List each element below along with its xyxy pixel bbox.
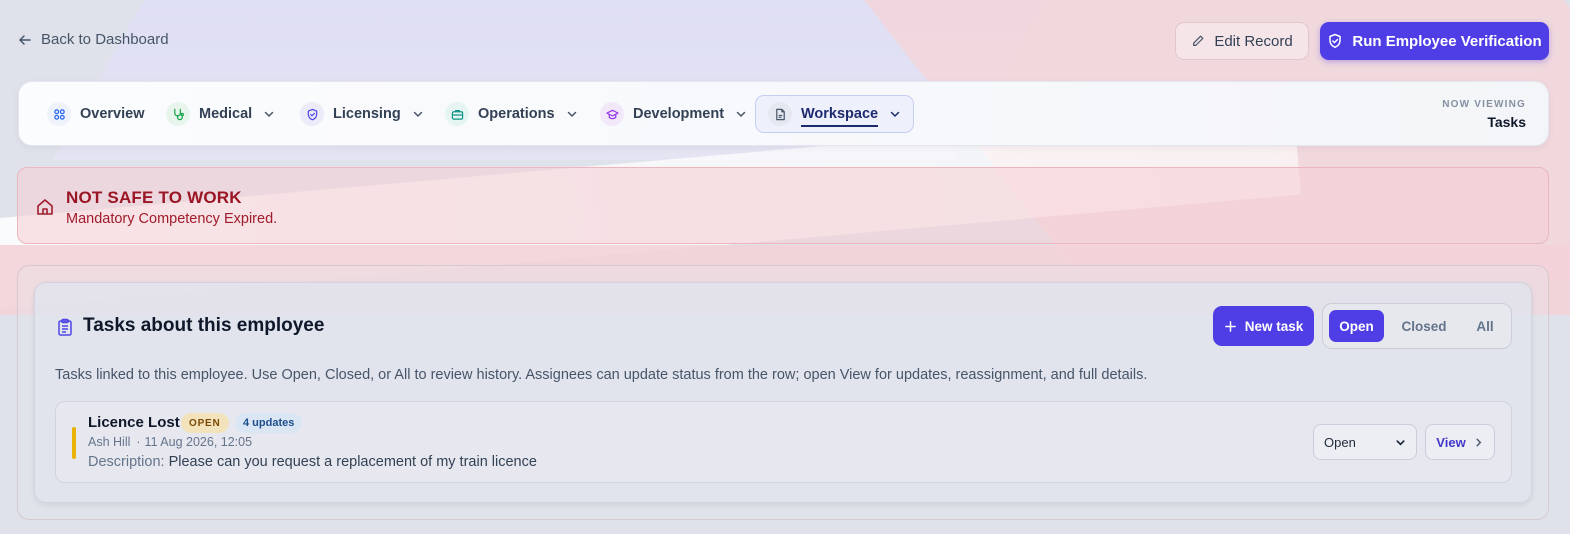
tasks-card: Tasks about this employee New task Open … xyxy=(34,282,1532,503)
tab-workspace[interactable]: Workspace xyxy=(755,95,915,133)
edit-record-label: Edit Record xyxy=(1214,32,1293,50)
task-status-select[interactable]: Open xyxy=(1313,424,1417,460)
chevron-down-icon xyxy=(567,111,576,118)
run-verification-label: Run Employee Verification xyxy=(1352,32,1542,50)
chevron-down-icon xyxy=(1396,439,1405,446)
new-task-button[interactable]: New task xyxy=(1213,306,1314,346)
plus-icon xyxy=(1224,320,1236,332)
chevron-down-icon xyxy=(890,111,900,118)
section-nav: Overview Medical Licensing Operations De… xyxy=(18,81,1549,146)
task-description-text: Please can you request a replacement of … xyxy=(168,454,537,470)
status-badge: OPEN xyxy=(181,413,229,433)
tab-development-label: Development xyxy=(633,106,725,122)
tab-overview[interactable]: Overview xyxy=(39,95,153,133)
tab-development[interactable]: Development xyxy=(592,95,755,133)
stethoscope-icon xyxy=(166,102,190,126)
document-icon xyxy=(768,102,792,126)
filter-closed[interactable]: Closed xyxy=(1390,310,1458,342)
now-viewing-value: Tasks xyxy=(1487,114,1526,130)
tab-operations-label: Operations xyxy=(478,106,555,122)
task-description-label: Description: xyxy=(88,454,165,470)
briefcase-icon xyxy=(445,102,469,126)
task-timestamp: 11 Aug 2026, 12:05 xyxy=(144,435,253,449)
task-row: Licence Lost OPEN 4 updates Ash Hill · 11 … xyxy=(55,401,1512,483)
new-task-label: New task xyxy=(1244,318,1304,334)
filter-all[interactable]: All xyxy=(1464,310,1506,342)
filter-open[interactable]: Open xyxy=(1329,310,1384,342)
chevron-down-icon xyxy=(736,111,746,118)
task-description-line: Description: Please can you request a re… xyxy=(88,454,537,470)
back-to-dashboard-link[interactable]: Back to Dashboard xyxy=(17,31,169,48)
task-title: Licence Lost xyxy=(88,414,180,431)
task-meta: Ash Hill · 11 Aug 2026, 12:05 xyxy=(88,435,252,449)
back-link-label: Back to Dashboard xyxy=(41,31,169,48)
chevron-right-icon xyxy=(1476,438,1481,446)
now-viewing-key: NOW VIEWING xyxy=(1442,99,1526,110)
shield-check-icon xyxy=(1329,33,1342,49)
graduation-cap-icon xyxy=(600,102,624,126)
task-status-value: Open xyxy=(1324,434,1356,450)
tab-licensing[interactable]: Licensing xyxy=(292,95,432,133)
top-bar: Back to Dashboard Edit Record Run Employ… xyxy=(0,0,1570,80)
tab-overview-label: Overview xyxy=(80,106,145,122)
meta-separator: · xyxy=(136,435,141,449)
run-employee-verification-button[interactable]: Run Employee Verification xyxy=(1320,22,1549,60)
updates-badge: 4 updates xyxy=(235,413,303,433)
tasks-heading: Tasks about this employee xyxy=(83,315,325,336)
arrow-left-icon xyxy=(19,34,31,45)
tab-workspace-label: Workspace xyxy=(801,106,879,127)
chevron-down-icon xyxy=(264,111,274,118)
tab-medical-label: Medical xyxy=(199,106,253,122)
pencil-icon xyxy=(1193,35,1204,46)
clipboard-icon xyxy=(58,318,72,336)
tab-medical[interactable]: Medical xyxy=(158,95,283,133)
view-task-label: View xyxy=(1436,434,1466,450)
shield-icon xyxy=(300,102,324,126)
home-icon xyxy=(37,199,53,215)
task-assignee: Ash Hill xyxy=(88,435,131,449)
tab-operations[interactable]: Operations xyxy=(437,95,586,133)
edit-record-button[interactable]: Edit Record xyxy=(1175,22,1309,60)
grid-icon xyxy=(47,102,71,126)
alert-title: NOT SAFE TO WORK xyxy=(66,188,242,207)
chevron-down-icon xyxy=(413,111,422,118)
alert-subtitle: Mandatory Competency Expired. xyxy=(66,211,278,227)
now-viewing-indicator: NOW VIEWING Tasks xyxy=(1442,99,1526,130)
tasks-description: Tasks linked to this employee. Use Open,… xyxy=(55,367,1148,383)
not-safe-alert: NOT SAFE TO WORK Mandatory Competency Ex… xyxy=(17,167,1549,244)
status-indicator-bar xyxy=(72,427,76,459)
tab-licensing-label: Licensing xyxy=(333,106,401,122)
view-task-button[interactable]: View xyxy=(1425,424,1495,460)
task-filter-toggle: Open Closed All xyxy=(1322,303,1512,349)
